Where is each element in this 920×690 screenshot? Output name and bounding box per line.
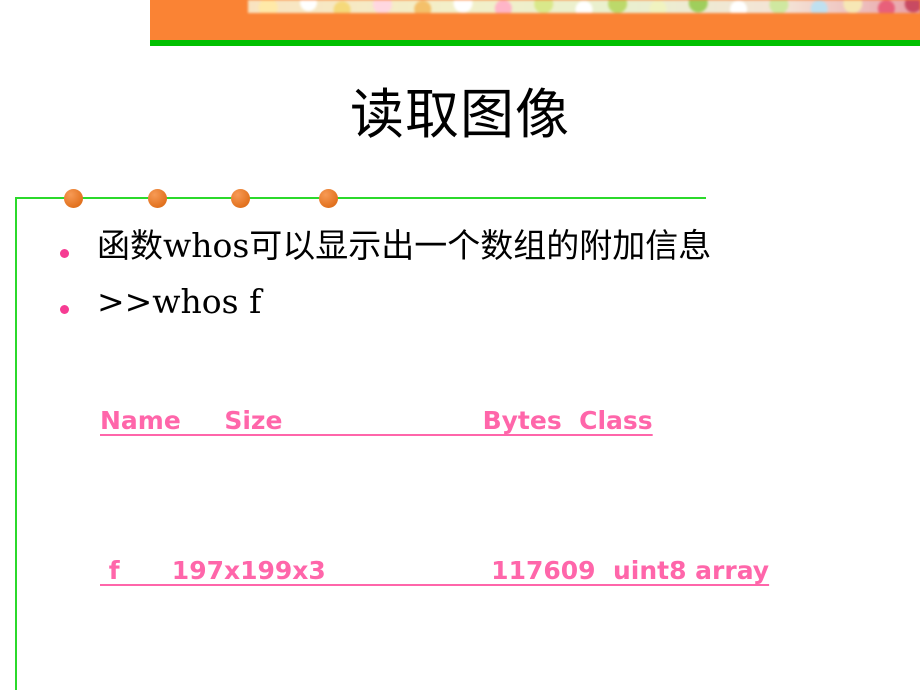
bullet-marker-icon [60, 249, 69, 258]
bullet-item-label: >>whos f [97, 282, 262, 321]
whos-output-header: Name Size Bytes Class [100, 406, 653, 435]
banner-photo-strip-image [248, 0, 920, 13]
decor-dot-icon [64, 189, 83, 208]
decor-horizontal-rule [15, 197, 706, 199]
bullet-item: >>whos f [52, 278, 872, 326]
banner-green-bar [150, 40, 920, 46]
bullet-item-label: 函数whos可以显示出一个数组的附加信息 [97, 226, 712, 265]
decor-vertical-rule [15, 197, 17, 690]
decor-dot-icon [148, 189, 167, 208]
bullet-item: 函数whos可以显示出一个数组的附加信息 [52, 222, 872, 270]
bullet-marker-icon [60, 305, 69, 314]
slide-canvas: 读取图像 函数whos可以显示出一个数组的附加信息 >>whos f Name … [0, 0, 920, 690]
slide-body: 函数whos可以显示出一个数组的附加信息 >>whos f [52, 222, 872, 321]
decor-dot-icon [319, 189, 338, 208]
whos-output-table: Name Size Bytes Class f 197x199x3 117609… [100, 406, 860, 585]
slide-title: 读取图像 [350, 83, 570, 146]
decor-dot-icon [231, 189, 250, 208]
slide-banner [150, 0, 920, 46]
whos-output-row: f 197x199x3 117609 uint8 array [100, 556, 770, 585]
